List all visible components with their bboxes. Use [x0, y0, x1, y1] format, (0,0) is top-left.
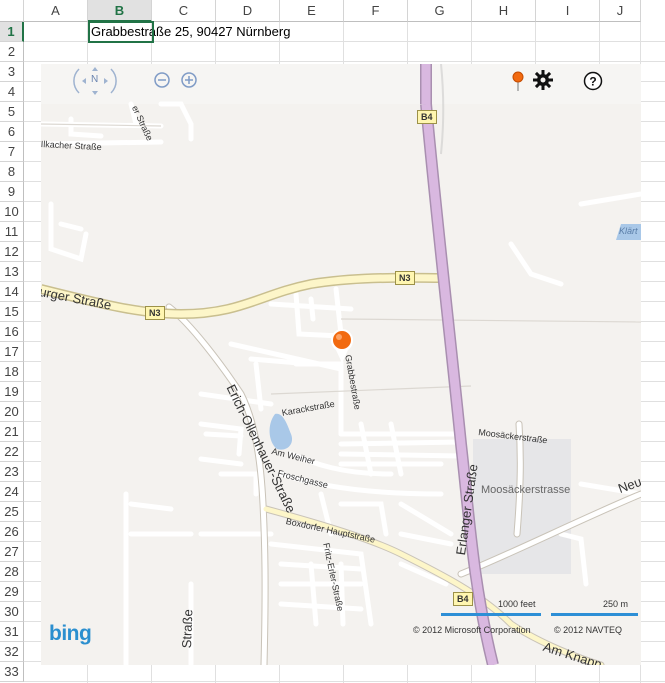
row-header-22[interactable]: 22	[0, 442, 24, 462]
row-header-27[interactable]: 27	[0, 542, 24, 562]
row-header-8[interactable]: 8	[0, 162, 24, 182]
row-header-29[interactable]: 29	[0, 582, 24, 602]
row-header-2[interactable]: 2	[0, 42, 24, 62]
row-header-17[interactable]: 17	[0, 342, 24, 362]
gridline-horizontal	[24, 61, 665, 62]
row-header-25[interactable]: 25	[0, 502, 24, 522]
bing-logo: bing	[49, 622, 92, 645]
row-header-32[interactable]: 32	[0, 642, 24, 662]
column-header-b[interactable]: B	[88, 0, 152, 22]
row-header-15[interactable]: 15	[0, 302, 24, 322]
scale-bar-meters	[551, 613, 638, 616]
row-header-9[interactable]: 9	[0, 182, 24, 202]
row-header-14[interactable]: 14	[0, 282, 24, 302]
row-header-23[interactable]: 23	[0, 462, 24, 482]
row-header-12[interactable]: 12	[0, 242, 24, 262]
svg-text:?: ?	[589, 75, 596, 89]
scale-bar-feet	[441, 613, 541, 616]
pin-marker-icon[interactable]	[511, 70, 525, 92]
active-cell-b1[interactable]	[88, 21, 154, 43]
row-header-4[interactable]: 4	[0, 82, 24, 102]
select-all-corner[interactable]	[0, 0, 24, 22]
row-header-21[interactable]: 21	[0, 422, 24, 442]
column-header-g[interactable]: G	[408, 0, 472, 22]
zoom-in-icon[interactable]	[180, 71, 198, 89]
row-header-16[interactable]: 16	[0, 322, 24, 342]
settings-gear-icon[interactable]	[532, 69, 554, 91]
gridline-horizontal	[24, 681, 665, 682]
column-header-i[interactable]: I	[536, 0, 600, 22]
row-header-7[interactable]: 7	[0, 142, 24, 162]
row-header-24[interactable]: 24	[0, 482, 24, 502]
row-header-11[interactable]: 11	[0, 222, 24, 242]
column-header-h[interactable]: H	[472, 0, 536, 22]
column-header-j[interactable]: J	[600, 0, 641, 22]
row-header-30[interactable]: 30	[0, 602, 24, 622]
row-header-31[interactable]: 31	[0, 622, 24, 642]
bing-map[interactable]: B4 N3 N3 B4 er Straße Ilkacher Straße Kl…	[41, 64, 641, 665]
label-strasse-bottom: Straße	[179, 609, 196, 649]
column-header-a[interactable]: A	[24, 0, 88, 22]
compass-north-label: N	[91, 74, 99, 85]
row-header-3[interactable]: 3	[0, 62, 24, 82]
row-header-1[interactable]: 1	[0, 22, 24, 42]
row-header-19[interactable]: 19	[0, 382, 24, 402]
row-header-5[interactable]: 5	[0, 102, 24, 122]
row-header-10[interactable]: 10	[0, 202, 24, 222]
row-header-13[interactable]: 13	[0, 262, 24, 282]
location-pin-icon[interactable]	[329, 328, 355, 364]
row-header-26[interactable]: 26	[0, 522, 24, 542]
row-header-28[interactable]: 28	[0, 562, 24, 582]
route-shield-b4-bottom: B4	[453, 592, 473, 606]
route-shield-b4-top: B4	[417, 110, 437, 124]
copyright-microsoft: © 2012 Microsoft Corporation	[413, 625, 531, 635]
help-icon[interactable]: ?	[583, 71, 603, 91]
column-header-d[interactable]: D	[216, 0, 280, 22]
spreadsheet: ABCDEFGHIJ 1 2 3 4 5 6 7 8 9 10 11 12 13 14 15 16 17 18 19…	[0, 0, 665, 683]
route-shield-n3-left: N3	[145, 306, 165, 320]
row-header-33[interactable]: 33	[0, 662, 24, 682]
row-header-6[interactable]: 6	[0, 122, 24, 142]
label-moosaeckerstrasse-area: Moosäckerstrasse	[481, 484, 571, 496]
column-header-c[interactable]: C	[152, 0, 216, 22]
label-klaert: Klärt	[619, 226, 638, 236]
route-shield-n3-right: N3	[395, 271, 415, 285]
zoom-out-icon[interactable]	[153, 71, 171, 89]
row-header-20[interactable]: 20	[0, 402, 24, 422]
scale-feet-label: 1000 feet	[498, 599, 536, 609]
copyright-navteq: © 2012 NAVTEQ	[554, 625, 622, 635]
column-header-f[interactable]: F	[344, 0, 408, 22]
column-header-e[interactable]: E	[280, 0, 344, 22]
row-header-18[interactable]: 18	[0, 362, 24, 382]
scale-meters-label: 250 m	[603, 599, 629, 609]
